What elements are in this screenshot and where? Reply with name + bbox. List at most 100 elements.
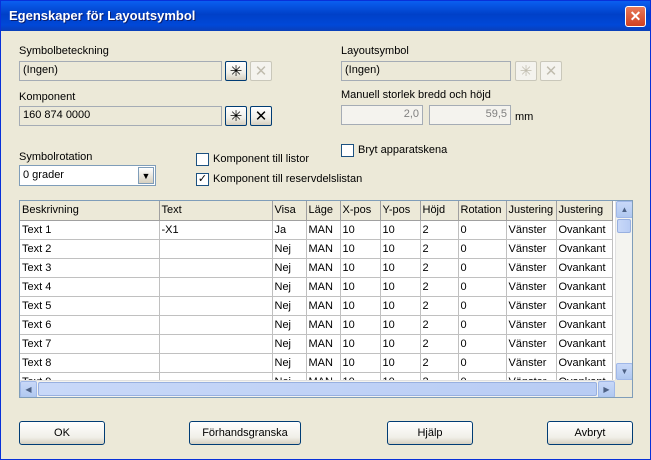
scroll-left-icon[interactable]: ◀ (20, 381, 37, 397)
symbol-designation-clear-button[interactable]: ✕ (250, 61, 272, 81)
table-cell[interactable]: Nej (272, 239, 307, 259)
horizontal-scrollbar[interactable]: ◀ ▶ (20, 380, 615, 397)
help-button[interactable]: Hjälp (387, 421, 473, 445)
table-cell[interactable] (159, 315, 273, 335)
table-cell[interactable]: Ovankant (556, 220, 613, 240)
table-cell[interactable]: Nej (272, 296, 307, 316)
table-cell[interactable]: 0 (458, 315, 507, 335)
table-cell[interactable]: 0 (458, 258, 507, 278)
layout-symbol-clear-button[interactable]: ✕ (540, 61, 562, 81)
column-header[interactable]: Visa (272, 201, 307, 221)
table-cell[interactable]: 10 (340, 315, 381, 335)
table-cell[interactable]: 0 (458, 334, 507, 354)
table-cell[interactable]: Text 3 (20, 258, 160, 278)
table-cell[interactable]: MAN (306, 353, 341, 373)
vertical-scroll-thumb[interactable] (617, 219, 631, 233)
table-cell[interactable] (159, 353, 273, 373)
table-cell[interactable]: Vänster (506, 315, 557, 335)
table-cell[interactable]: Ovankant (556, 334, 613, 354)
table-cell[interactable]: 2 (420, 353, 459, 373)
table-cell[interactable]: Text 2 (20, 239, 160, 259)
table-cell[interactable]: Ovankant (556, 296, 613, 316)
table-row[interactable]: Text 6 Nej MAN 10 10 2 0 Vänster Ovankant (20, 315, 613, 335)
table-cell[interactable]: 2 (420, 239, 459, 259)
table-row[interactable]: Text 7 Nej MAN 10 10 2 0 Vänster Ovankant (20, 334, 613, 354)
scroll-up-icon[interactable]: ▲ (616, 201, 632, 218)
table-cell[interactable]: Ja (272, 220, 307, 240)
table-cell[interactable]: MAN (306, 277, 341, 297)
table-cell[interactable]: 10 (340, 334, 381, 354)
table-cell[interactable]: Ovankant (556, 353, 613, 373)
table-cell[interactable]: MAN (306, 334, 341, 354)
table-cell[interactable]: 10 (380, 315, 421, 335)
table-cell[interactable]: Nej (272, 277, 307, 297)
component-in-spare-checkbox[interactable]: ✓ (196, 173, 209, 186)
table-cell[interactable]: Text 4 (20, 277, 160, 297)
table-cell[interactable]: Text 6 (20, 315, 160, 335)
chevron-down-icon[interactable]: ▼ (138, 167, 154, 184)
table-cell[interactable]: Nej (272, 258, 307, 278)
table-cell[interactable]: Ovankant (556, 239, 613, 259)
table-cell[interactable]: 10 (380, 258, 421, 278)
column-header[interactable]: Justering (506, 201, 557, 221)
table-cell[interactable]: 10 (380, 353, 421, 373)
table-row[interactable]: Text 5 Nej MAN 10 10 2 0 Vänster Ovankant (20, 296, 613, 316)
vertical-scrollbar[interactable]: ▲ ▼ (615, 201, 632, 380)
table-cell[interactable]: 2 (420, 277, 459, 297)
table-row[interactable]: Text 1 -X1 Ja MAN 10 10 2 0 Vänster Ovankant (20, 220, 613, 240)
table-cell[interactable]: Text 5 (20, 296, 160, 316)
column-header[interactable]: Läge (306, 201, 341, 221)
table-cell[interactable]: 2 (420, 334, 459, 354)
height-field[interactable]: 59,5 (429, 105, 511, 125)
horizontal-scroll-thumb[interactable] (38, 382, 597, 396)
symbol-designation-field[interactable]: (Ingen) (19, 61, 222, 81)
component-in-lists-checkbox[interactable] (196, 153, 209, 166)
column-header[interactable]: Justering (556, 201, 613, 221)
table-cell[interactable] (159, 334, 273, 354)
table-cell[interactable]: Nej (272, 315, 307, 335)
table-cell[interactable]: 10 (380, 296, 421, 316)
width-field[interactable]: 2,0 (341, 105, 423, 125)
text-grid[interactable]: Beskrivning Text Visa Läge X-pos Y-pos H… (19, 200, 633, 398)
table-cell[interactable]: MAN (306, 315, 341, 335)
table-cell[interactable]: MAN (306, 296, 341, 316)
table-row[interactable]: Text 3 Nej MAN 10 10 2 0 Vänster Ovankant (20, 258, 613, 278)
table-cell[interactable]: Nej (272, 353, 307, 373)
table-cell[interactable]: -X1 (159, 220, 273, 240)
break-rail-checkbox[interactable] (341, 144, 354, 157)
cancel-button[interactable]: Avbryt (547, 421, 633, 445)
table-cell[interactable]: 10 (380, 334, 421, 354)
table-cell[interactable]: 0 (458, 239, 507, 259)
table-cell[interactable]: Ovankant (556, 277, 613, 297)
scroll-right-icon[interactable]: ▶ (598, 381, 615, 397)
table-cell[interactable]: 0 (458, 220, 507, 240)
close-button[interactable]: ✕ (625, 6, 646, 27)
table-cell[interactable]: MAN (306, 258, 341, 278)
table-cell[interactable]: Ovankant (556, 315, 613, 335)
table-cell[interactable]: 10 (380, 277, 421, 297)
table-cell[interactable]: 10 (340, 296, 381, 316)
table-cell[interactable]: Text 7 (20, 334, 160, 354)
table-cell[interactable]: 0 (458, 353, 507, 373)
layout-symbol-field[interactable]: (Ingen) (341, 61, 511, 81)
table-cell[interactable]: 10 (340, 353, 381, 373)
table-cell[interactable]: Vänster (506, 220, 557, 240)
table-cell[interactable] (159, 239, 273, 259)
column-header[interactable]: Text (159, 201, 273, 221)
table-cell[interactable]: 10 (340, 239, 381, 259)
table-cell[interactable]: 10 (380, 220, 421, 240)
preview-button[interactable]: Förhandsgranska (189, 421, 301, 445)
column-header[interactable]: Beskrivning (20, 201, 160, 221)
table-cell[interactable]: Nej (272, 334, 307, 354)
component-field[interactable]: 160 874 0000 (19, 106, 222, 126)
column-header[interactable]: Höjd (420, 201, 459, 221)
ok-button[interactable]: OK (19, 421, 105, 445)
table-cell[interactable]: 10 (380, 239, 421, 259)
table-row[interactable]: Text 4 Nej MAN 10 10 2 0 Vänster Ovankant (20, 277, 613, 297)
table-cell[interactable]: 10 (340, 277, 381, 297)
table-cell[interactable]: 0 (458, 277, 507, 297)
table-cell[interactable]: 10 (340, 220, 381, 240)
column-header[interactable]: Rotation (458, 201, 507, 221)
table-cell[interactable] (159, 296, 273, 316)
title-bar[interactable]: Egenskaper för Layoutsymbol ✕ (1, 1, 650, 31)
